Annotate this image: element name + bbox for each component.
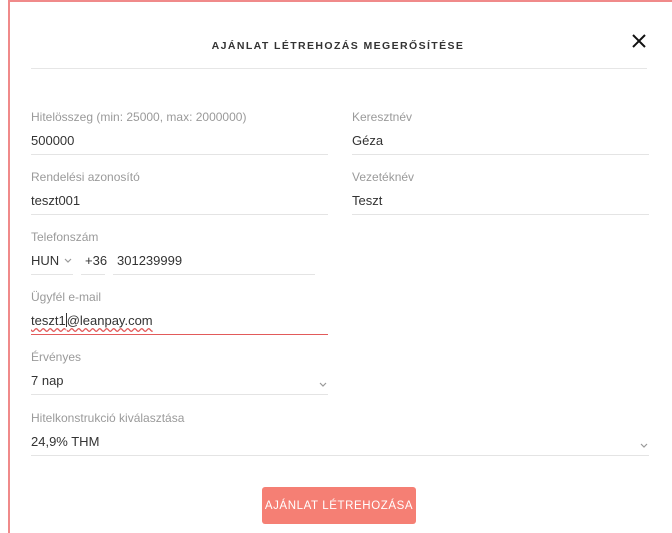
email-input[interactable]: teszt1@leanpay.com [31,311,328,331]
email-value-part1: teszt1 [31,313,66,328]
email-field: Ügyfél e-mail teszt1@leanpay.com [31,289,328,335]
phone-row: HUN +36 301239999 [31,251,315,271]
first-name-underline [352,154,649,155]
loan-amount-label: Hitelösszeg (min: 25000, max: 2000000) [31,110,247,124]
phone-prefix-underline [81,274,105,275]
order-id-input[interactable]: teszt001 [31,191,328,211]
create-offer-button[interactable]: AJÁNLAT LÉTREHOZÁSA [262,487,416,524]
loan-construction-value: 24,9% THM [31,434,100,449]
loan-construction-underline [31,455,649,456]
last-name-input[interactable]: Teszt [352,191,649,211]
order-id-label: Rendelési azonosító [31,170,140,184]
validity-underline [31,394,328,395]
email-underline [31,334,328,335]
phone-country-select[interactable]: HUN [31,251,59,271]
phone-label: Telefonszám [31,230,99,244]
chevron-down-icon[interactable] [639,437,649,448]
loan-amount-field: Hitelösszeg (min: 25000, max: 2000000) 5… [31,109,328,155]
last-name-underline [352,214,649,215]
email-value-part2: @leanpay.com [66,313,153,328]
loan-construction-field: Hitelkonstrukció kiválasztása 24,9% THM [31,410,649,456]
loan-amount-input[interactable]: 500000 [31,131,328,151]
header-divider [31,68,647,69]
modal-header: AJÁNLAT LÉTREHOZÁS MEGERŐSÍTÉSE [10,2,666,68]
first-name-field: Keresztnév Géza [352,109,649,155]
validity-select[interactable]: 7 nap [31,371,328,391]
loan-construction-select[interactable]: 24,9% THM [31,432,649,452]
phone-number-underline [113,274,315,275]
phone-field: Telefonszám HUN +36 301239999 [31,229,315,275]
phone-number-input[interactable]: 301239999 [117,251,182,271]
loan-amount-underline [31,154,328,155]
phone-prefix: +36 [85,253,108,268]
modal-title: AJÁNLAT LÉTREHOZÁS MEGERŐSÍTÉSE [211,40,465,52]
loan-construction-label: Hitelkonstrukció kiválasztása [31,411,185,425]
first-name-label: Keresztnév [352,110,413,124]
chevron-down-icon[interactable] [318,376,328,387]
validity-field: Érvényes 7 nap [31,349,328,395]
order-id-field: Rendelési azonosító teszt001 [31,169,328,215]
validity-label: Érvényes [31,350,82,364]
phone-country-underline [31,274,73,275]
order-id-underline [31,214,328,215]
validity-value: 7 nap [31,373,64,388]
email-label: Ügyfél e-mail [31,290,102,304]
offer-confirm-modal: AJÁNLAT LÉTREHOZÁS MEGERŐSÍTÉSE Hitelöss… [8,0,672,533]
last-name-field: Vezetéknév Teszt [352,169,649,215]
last-name-label: Vezetéknév [352,170,415,184]
close-icon[interactable] [628,30,650,52]
first-name-input[interactable]: Géza [352,131,649,151]
